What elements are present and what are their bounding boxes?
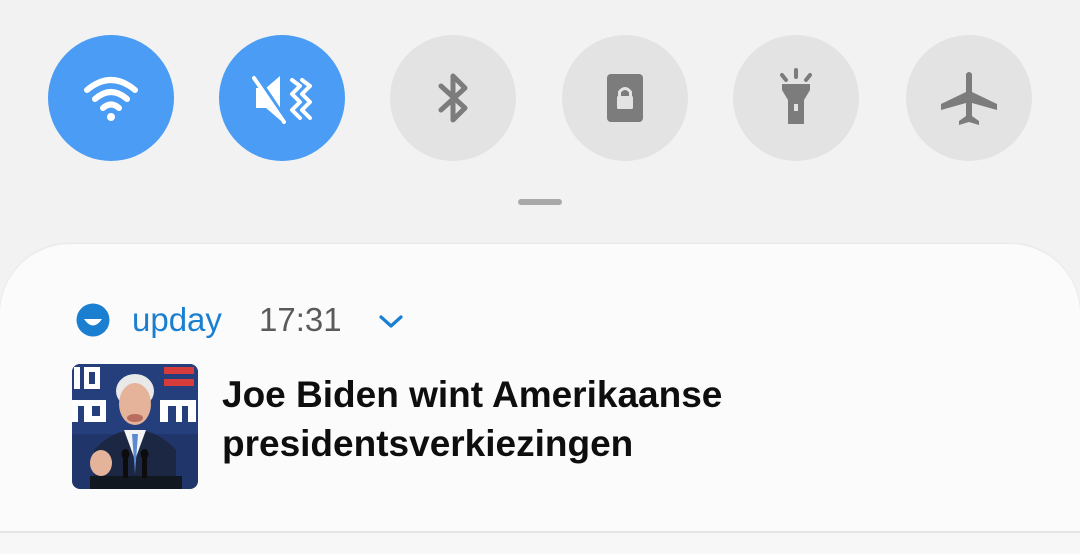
upday-logo-icon (76, 303, 110, 337)
quick-settings-panel (0, 0, 1080, 190)
flashlight-icon (780, 68, 812, 124)
wifi-icon (84, 77, 138, 121)
bluetooth-toggle[interactable] (390, 35, 516, 161)
news-thumbnail (72, 364, 198, 489)
panel-footer (0, 533, 1080, 554)
rotation-lock-toggle[interactable] (562, 35, 688, 161)
wifi-toggle[interactable] (48, 35, 174, 161)
notification-time: 17:31 (259, 301, 342, 338)
news-photo (72, 364, 198, 489)
panel-drag-handle[interactable] (518, 199, 562, 205)
bluetooth-icon (438, 73, 468, 123)
app-name: upday (132, 301, 222, 338)
vibrate-mute-icon (252, 74, 312, 124)
chevron-down-icon[interactable] (377, 309, 405, 333)
notification-headline[interactable]: Joe Biden wint Amerikaanse presidentsver… (222, 370, 1042, 468)
airplane-mode-toggle[interactable] (906, 35, 1032, 161)
flashlight-toggle[interactable] (733, 35, 859, 161)
sound-mode-toggle[interactable] (219, 35, 345, 161)
airplane-icon (941, 72, 997, 125)
portrait-lock-icon (607, 74, 643, 122)
